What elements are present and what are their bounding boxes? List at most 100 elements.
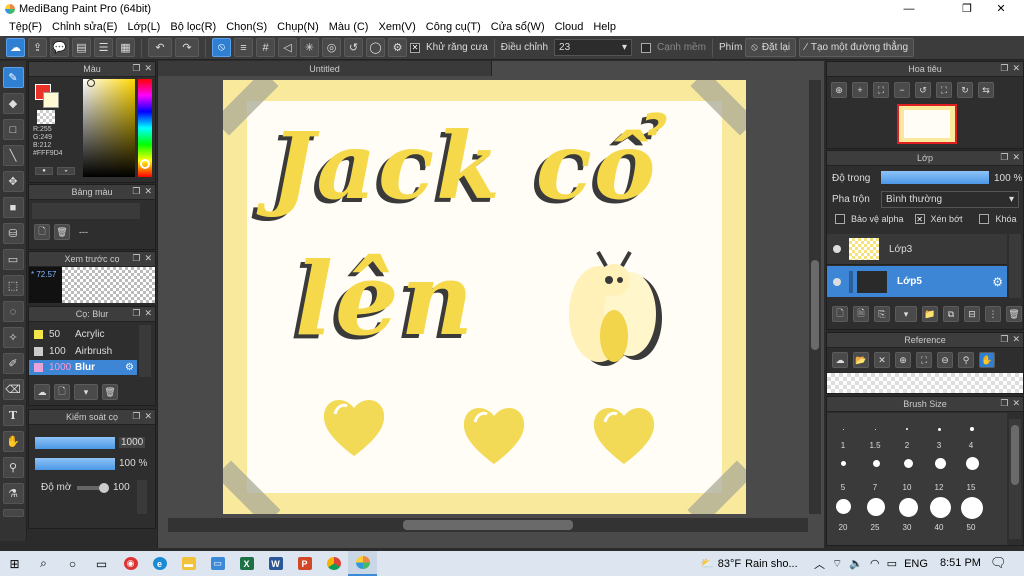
fullscreen-icon[interactable]: ⛶ xyxy=(936,82,952,98)
close-icon[interactable]: ✕ xyxy=(144,63,152,74)
reset-button[interactable]: ⦸ Đặt lại xyxy=(745,38,797,57)
redo-icon[interactable]: ↷ xyxy=(175,38,199,57)
brush-size-scrollbar[interactable] xyxy=(1009,419,1021,539)
protect-alpha-checkbox[interactable] xyxy=(835,214,845,224)
curve-snap-icon[interactable]: ↺ xyxy=(344,38,363,57)
network-icon[interactable]: ⌔ xyxy=(832,557,842,571)
popout-icon[interactable]: ❐ xyxy=(132,308,140,319)
battery-icon[interactable]: ▭ xyxy=(887,557,897,570)
menu-cloud[interactable]: Cloud xyxy=(550,21,589,33)
brush-control-scrollbar[interactable] xyxy=(137,480,147,514)
menu-filter[interactable]: Bộ lọc(R) xyxy=(165,21,221,33)
close-icon[interactable]: ✕ xyxy=(1012,152,1020,163)
navigator-thumbnail[interactable] xyxy=(897,104,957,144)
brush-options-icon[interactable]: ▾ xyxy=(74,384,98,400)
chevron-up-icon[interactable]: ︿ xyxy=(814,556,825,572)
undo-icon[interactable]: ↶ xyxy=(148,38,172,57)
close-icon[interactable]: ✕ xyxy=(144,186,152,197)
menu-help[interactable]: Help xyxy=(588,21,621,33)
delete-layer-icon[interactable]: 🗑 xyxy=(1006,306,1022,322)
hue-slider[interactable] xyxy=(138,79,152,177)
comment-icon[interactable]: 💬 xyxy=(50,38,69,57)
brush-size-option[interactable]: 50 xyxy=(956,523,986,532)
select-eraser-tool-icon[interactable]: ⌫ xyxy=(2,379,24,400)
perspective-snap-icon[interactable]: ◁ xyxy=(278,38,297,57)
layer-row-selected[interactable]: Lớp5 ⚙ xyxy=(827,266,1007,297)
visibility-eye-icon[interactable] xyxy=(833,277,841,286)
cloud-icon[interactable]: ☁ xyxy=(6,38,25,57)
menu-file[interactable]: Tệp(F) xyxy=(4,21,47,33)
select-rect-tool-icon[interactable]: ⬚ xyxy=(2,275,24,296)
brush-size-option[interactable]: 30 xyxy=(892,523,922,532)
menu-edit[interactable]: Chỉnh sửa(E) xyxy=(47,21,122,33)
hue-cursor[interactable] xyxy=(140,159,150,169)
rotate-right-icon[interactable]: ↻ xyxy=(957,82,973,98)
fit-icon[interactable]: ⛶ xyxy=(916,352,932,368)
brush-size-grid[interactable]: 1 1.5 2 3 4 5 7 10 12 15 20 25 30 40 50 xyxy=(827,413,1007,545)
new-folder-icon[interactable]: 📁 xyxy=(922,306,938,322)
close-icon[interactable]: ✕ xyxy=(1012,398,1020,409)
line-tool-icon[interactable]: ╲ xyxy=(2,145,24,166)
powerpoint-icon[interactable]: P xyxy=(290,551,319,576)
reference-image-area[interactable] xyxy=(827,373,1023,393)
fit-window-icon[interactable]: ⛶ xyxy=(873,82,889,98)
zoom-in-icon[interactable]: + xyxy=(852,82,868,98)
select-pen-tool-icon[interactable]: ✐ xyxy=(2,353,24,374)
word-icon[interactable]: W xyxy=(261,551,290,576)
brush-size-option[interactable]: 4 xyxy=(956,441,986,450)
brush-size-option[interactable]: 2 xyxy=(892,441,922,450)
menu-layer[interactable]: Lớp(L) xyxy=(122,21,165,33)
windows-start-icon[interactable]: ⊞ xyxy=(0,551,29,576)
grid-view-icon[interactable]: ▦ xyxy=(116,38,135,57)
open-folder-icon[interactable]: 📂 xyxy=(853,352,869,368)
move-tool-icon[interactable]: ✥ xyxy=(2,171,24,192)
chrome-icon[interactable] xyxy=(319,551,348,576)
brush-size-option[interactable]: 40 xyxy=(924,523,954,532)
close-reference-icon[interactable]: ✕ xyxy=(874,352,890,368)
new-halftone-layer-icon[interactable]: ⎘ xyxy=(874,306,890,322)
notification-icon[interactable]: 🗨 xyxy=(990,555,1007,571)
rotate-left-icon[interactable]: ↺ xyxy=(915,82,931,98)
color-mode-button[interactable]: ● xyxy=(35,167,53,175)
gear-icon[interactable]: ⚙ xyxy=(125,362,134,373)
gear-icon[interactable]: ⚙ xyxy=(992,275,1003,289)
file-explorer-icon[interactable]: ▬ xyxy=(174,551,203,576)
tool-expand-handle[interactable] xyxy=(2,509,24,517)
canvas-area[interactable]: Untitled Jack cổ lên xyxy=(157,61,824,548)
layer-list-icon[interactable]: ☰ xyxy=(94,38,113,57)
cloud-brush-icon[interactable]: ☁ xyxy=(34,384,50,400)
pipette-tool-icon[interactable]: ⚗ xyxy=(2,483,24,504)
new-layer-icon[interactable]: 🗋 xyxy=(832,306,848,322)
panel-icon[interactable]: ▤ xyxy=(72,38,91,57)
soft-edge-checkbox[interactable] xyxy=(641,42,652,53)
smoothing-slider-handle[interactable] xyxy=(99,483,109,493)
menu-select[interactable]: Chọn(S) xyxy=(221,21,272,33)
lock-checkbox[interactable] xyxy=(979,214,990,224)
new-color-layer-icon[interactable]: 🗎 xyxy=(853,306,869,322)
layer-opacity-slider[interactable] xyxy=(881,171,989,184)
menu-window[interactable]: Cửa sổ(W) xyxy=(486,21,550,33)
keyboard-language[interactable]: ENG xyxy=(904,558,928,570)
popout-icon[interactable]: ❐ xyxy=(1000,398,1008,409)
popout-icon[interactable]: ❐ xyxy=(132,63,140,74)
close-icon[interactable]: ✕ xyxy=(1012,334,1020,345)
edge-browser-icon[interactable]: e xyxy=(145,551,174,576)
brush-list-item[interactable]: 100 Airbrush xyxy=(29,344,137,359)
brush-size-option[interactable]: 1.5 xyxy=(860,441,890,450)
task-view-icon[interactable]: ▭ xyxy=(87,551,116,576)
transparent-swatch[interactable] xyxy=(37,110,55,124)
layer-row[interactable]: Lớp3 xyxy=(827,234,1007,265)
brush-size-slider[interactable] xyxy=(35,437,115,449)
close-icon[interactable]: ✕ xyxy=(1012,63,1020,74)
visibility-eye-icon[interactable] xyxy=(833,245,841,253)
popout-icon[interactable]: ❐ xyxy=(132,411,140,422)
picker-cursor[interactable] xyxy=(87,79,95,87)
hand-tool-icon[interactable]: ✋ xyxy=(2,431,24,452)
app-icon-red[interactable]: ◉ xyxy=(116,551,145,576)
close-icon[interactable]: ✕ xyxy=(144,411,152,422)
brush-size-option[interactable]: 7 xyxy=(860,483,890,492)
document-tab[interactable]: Untitled xyxy=(158,61,492,76)
hand-icon[interactable]: ✋ xyxy=(979,352,995,368)
menu-tools[interactable]: Công cụ(T) xyxy=(421,21,486,33)
smoothing-slider[interactable] xyxy=(77,483,109,493)
